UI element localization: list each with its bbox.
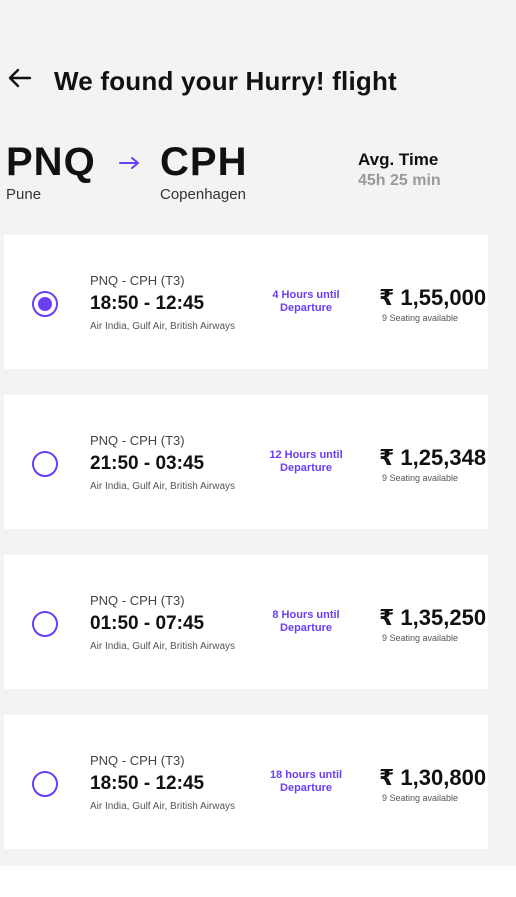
- flight-card[interactable]: PNQ - CPH (T3) 21:50 - 03:45 Air India, …: [4, 395, 488, 529]
- flight-airlines: Air India, Gulf Air, British Airways: [90, 801, 236, 812]
- departure-countdown: 12 Hours until Departure: [269, 449, 343, 474]
- bottom-bar: [0, 866, 516, 897]
- seats-available: 9 Seating available: [382, 313, 459, 323]
- seats-available: 9 Seating available: [382, 793, 459, 803]
- flight-time: 21:50 - 03:45: [90, 453, 205, 474]
- flight-time: 18:50 - 12:45: [90, 293, 205, 314]
- flight-radio[interactable]: [32, 291, 58, 317]
- flight-route: PNQ - CPH (T3): [90, 433, 185, 448]
- flight-card[interactable]: PNQ - CPH (T3) 18:50 - 12:45 Air India, …: [4, 715, 488, 849]
- flight-card[interactable]: PNQ - CPH (T3) 18:50 - 12:45 Air India, …: [4, 235, 488, 369]
- flight-time: 01:50 - 07:45: [90, 613, 205, 634]
- flight-radio[interactable]: [32, 451, 58, 477]
- origin-city: Pune: [6, 186, 42, 203]
- page-title: We found your Hurry! flight: [54, 66, 397, 96]
- back-arrow-icon[interactable]: [6, 64, 34, 92]
- seats-available: 9 Seating available: [382, 473, 459, 483]
- flight-airlines: Air India, Gulf Air, British Airways: [90, 641, 236, 652]
- route-summary: PNQ Pune CPH Copenhagen Avg. Time 45h 25…: [6, 140, 506, 220]
- destination-city: Copenhagen: [160, 186, 246, 203]
- destination-code: CPH: [160, 140, 248, 184]
- flight-price: ₹ 1,30,800: [379, 765, 487, 790]
- flight-airlines: Air India, Gulf Air, British Airways: [90, 481, 236, 492]
- departure-countdown: 4 Hours until Departure: [272, 289, 340, 314]
- flight-time: 18:50 - 12:45: [90, 773, 205, 794]
- departure-countdown: 18 hours until Departure: [269, 769, 343, 794]
- average-time-label: Avg. Time: [358, 150, 439, 169]
- origin-code: PNQ: [6, 140, 96, 184]
- flight-route: PNQ - CPH (T3): [90, 273, 185, 288]
- route-arrow-icon: [119, 157, 139, 169]
- top-header: We found your Hurry! flight: [0, 50, 516, 110]
- flight-price: ₹ 1,55,000: [379, 285, 487, 310]
- seats-available: 9 Seating available: [382, 633, 459, 643]
- flight-radio[interactable]: [32, 611, 58, 637]
- departure-countdown: 8 Hours until Departure: [272, 609, 340, 634]
- flight-card[interactable]: PNQ - CPH (T3) 01:50 - 07:45 Air India, …: [4, 555, 488, 689]
- flight-radio[interactable]: [32, 771, 58, 797]
- flight-route: PNQ - CPH (T3): [90, 593, 185, 608]
- average-time-value: 45h 25 min: [358, 172, 441, 189]
- flight-price: ₹ 1,25,348: [379, 445, 487, 470]
- flight-price: ₹ 1,35,250: [379, 605, 487, 630]
- flight-airlines: Air India, Gulf Air, British Airways: [90, 321, 236, 332]
- flight-route: PNQ - CPH (T3): [90, 753, 185, 768]
- average-time: Avg. Time 45h 25 min: [358, 150, 441, 190]
